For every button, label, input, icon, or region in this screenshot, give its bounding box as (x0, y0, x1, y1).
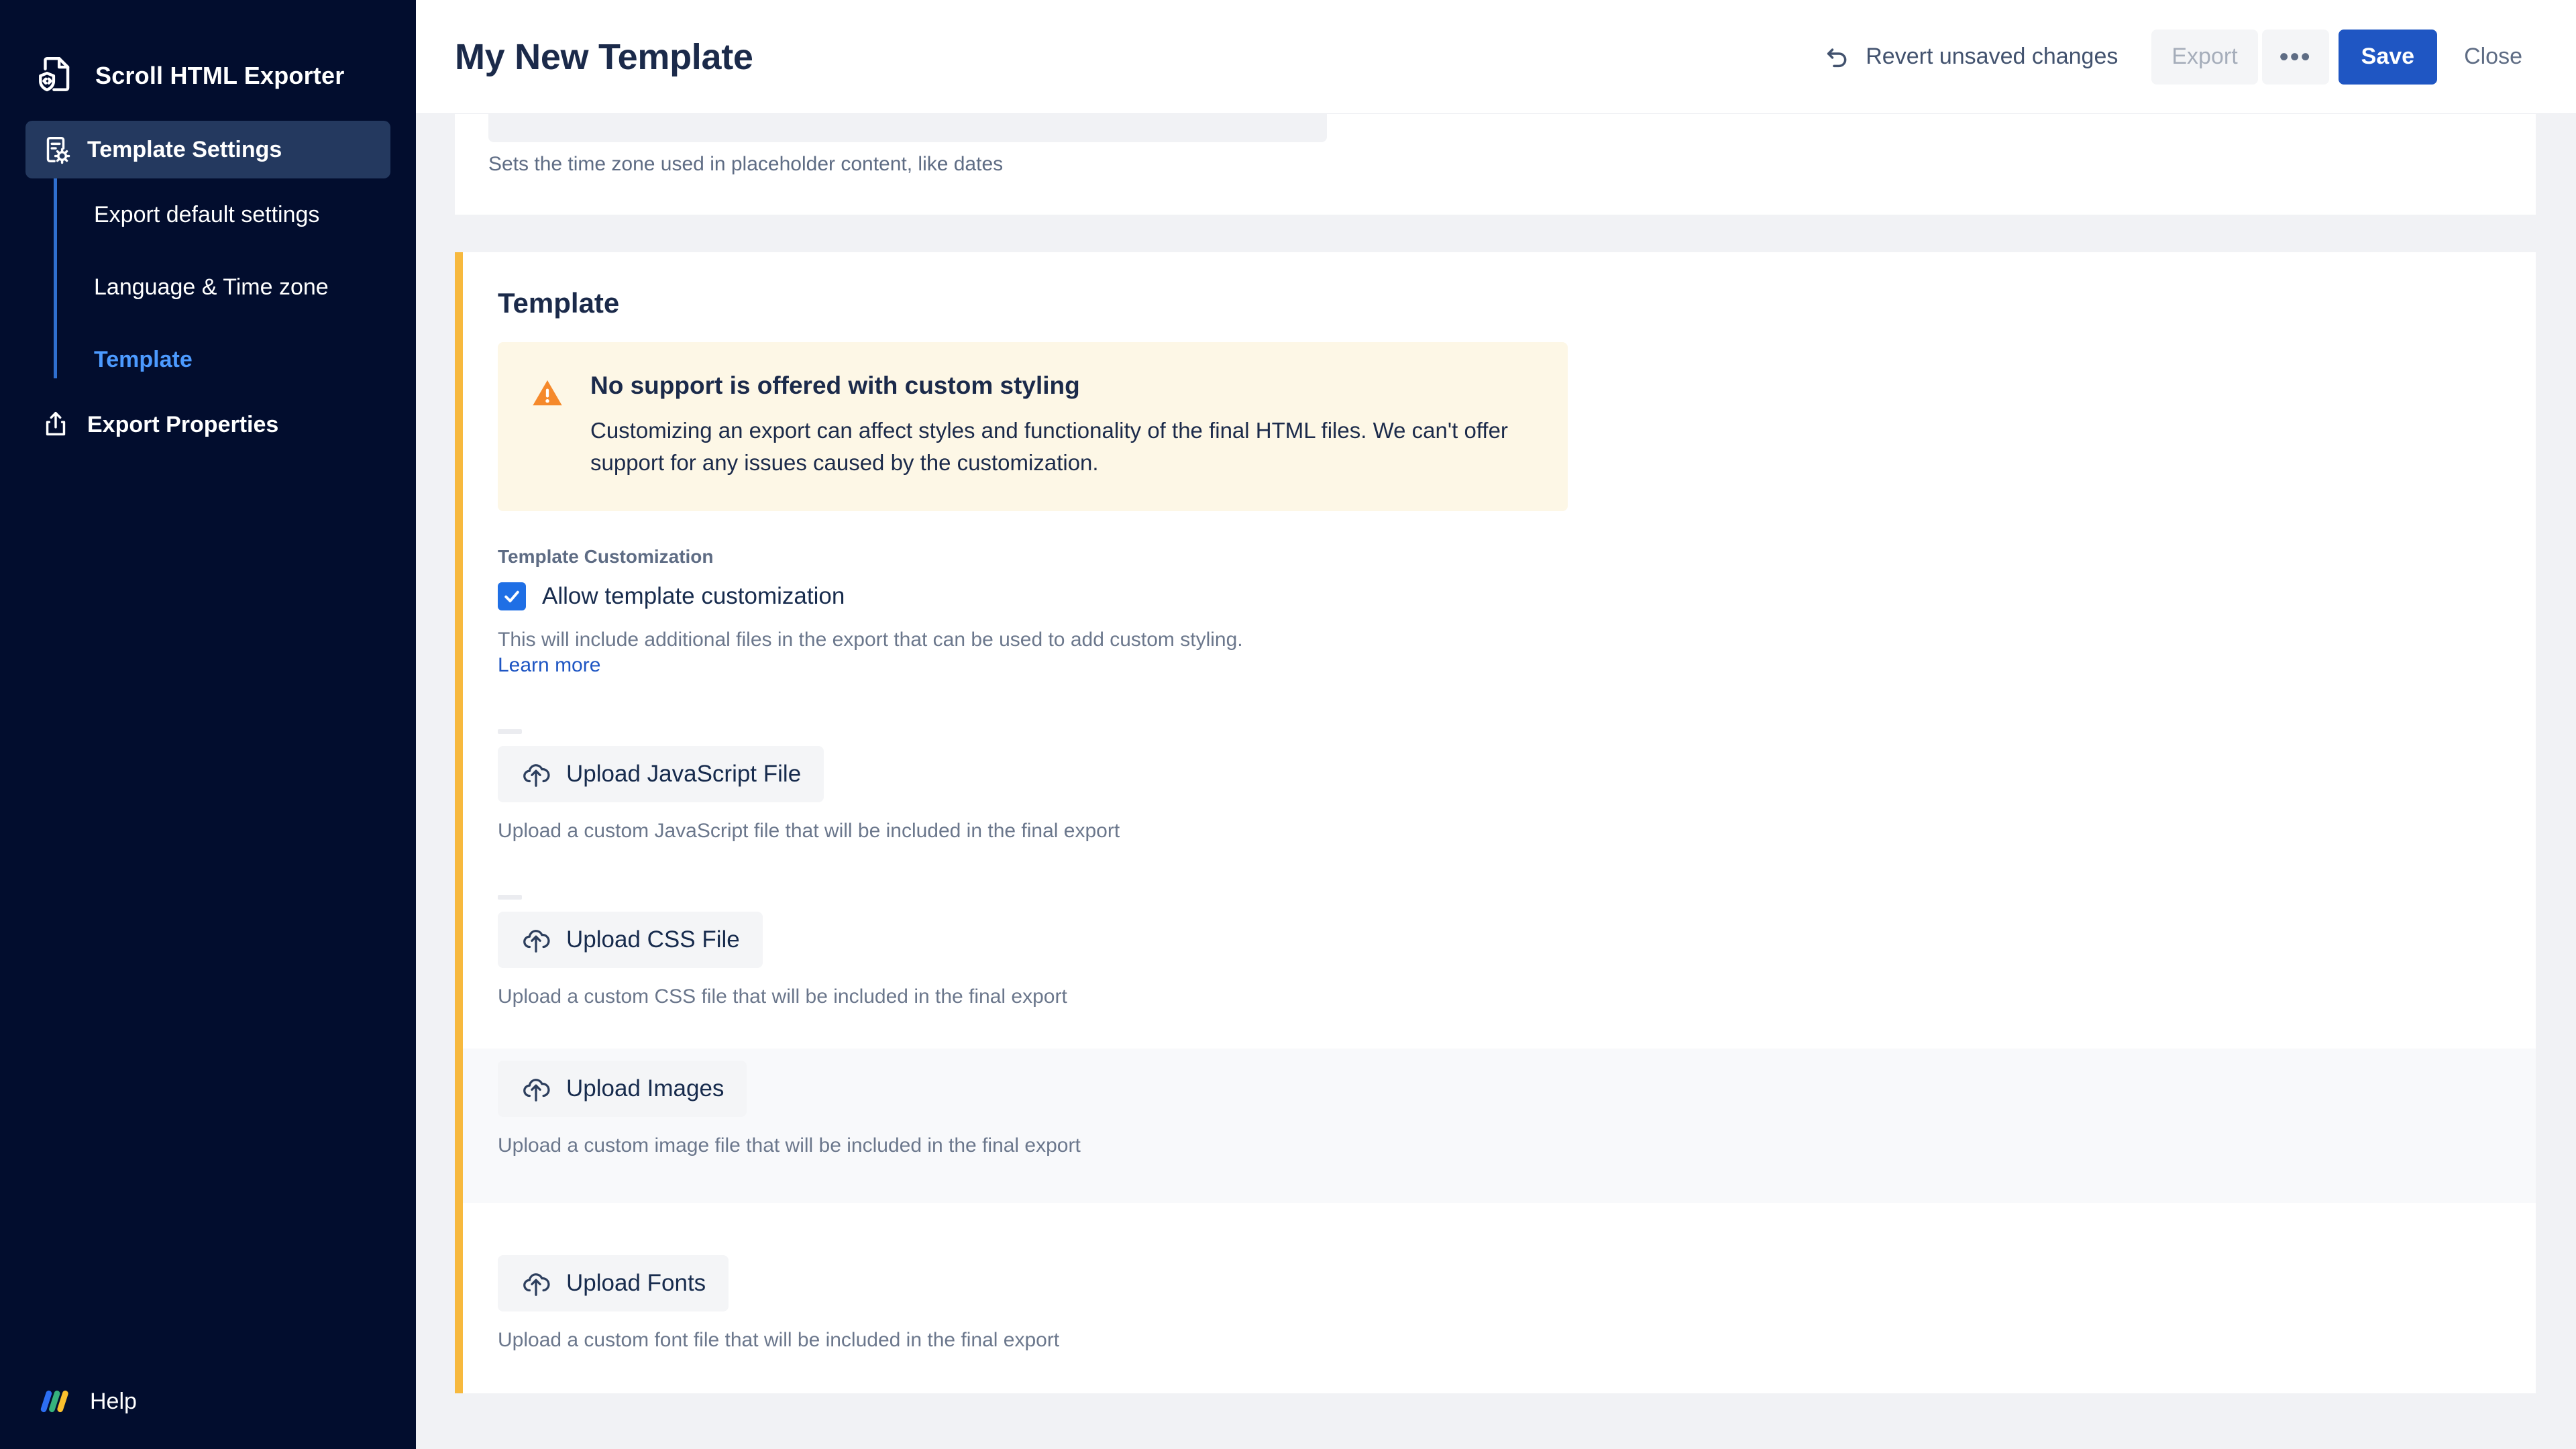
sidebar-item-label: Template Settings (87, 137, 282, 163)
brand: Scroll HTML Exporter (0, 0, 416, 121)
sidebar-item-template[interactable]: Template (67, 323, 390, 396)
warning-triangle-icon (530, 376, 565, 411)
sidebar-subitem-label: Language & Time zone (94, 274, 329, 301)
document-gear-icon (40, 134, 71, 165)
sidebar-subnav: Export default settings Language & Time … (25, 178, 390, 396)
upload-javascript-mini-label (498, 729, 522, 734)
sidebar-nav: Template Settings Export default setting… (0, 121, 416, 453)
upload-images-block: Upload Images Upload a custom image file… (463, 1049, 2536, 1203)
brand-title: Scroll HTML Exporter (95, 62, 344, 90)
revert-unsaved-changes-button[interactable]: Revert unsaved changes (1807, 33, 2135, 81)
allow-template-customization-row[interactable]: Allow template customization (498, 582, 2501, 610)
undo-arrow-icon (1824, 44, 1851, 70)
sidebar-item-label: Export Properties (87, 412, 278, 438)
cloud-upload-icon (521, 1268, 551, 1299)
timezone-field-group: Sets the time zone used in placeholder c… (455, 114, 2536, 215)
sidebar-item-language-time-zone[interactable]: Language & Time zone (67, 251, 390, 323)
timezone-select[interactable] (488, 114, 1327, 142)
template-panel: Template No support is offered with cust… (455, 252, 2536, 1393)
template-panel-header: Template No support is offered with cust… (463, 287, 2536, 677)
sidebar-item-export-default-settings[interactable]: Export default settings (67, 178, 390, 251)
upload-javascript-description: Upload a custom JavaScript file that wil… (498, 820, 2501, 843)
topbar: My New Template Revert unsaved changes E… (416, 0, 2576, 114)
allow-template-customization-checkbox[interactable] (498, 582, 526, 610)
language-timezone-card: Sets the time zone used in placeholder c… (455, 114, 2536, 215)
upload-fonts-button[interactable]: Upload Fonts (498, 1255, 729, 1311)
help-slashes-icon (40, 1385, 74, 1418)
warning-body: Customizing an export can affect styles … (590, 415, 1509, 479)
timezone-help-text: Sets the time zone used in placeholder c… (488, 153, 1003, 176)
cloud-upload-icon (521, 924, 551, 955)
allow-template-customization-label: Allow template customization (542, 583, 845, 610)
upload-javascript-file-button[interactable]: Upload JavaScript File (498, 746, 824, 802)
save-button[interactable]: Save (2339, 30, 2437, 85)
template-customization-label: Template Customization (498, 546, 2501, 568)
help-label: Help (90, 1389, 137, 1415)
close-button[interactable]: Close (2447, 30, 2540, 85)
share-upload-icon (40, 409, 71, 440)
upload-images-description: Upload a custom image file that will be … (498, 1134, 2501, 1157)
upload-button-label: Upload Fonts (566, 1270, 706, 1297)
main-area: My New Template Revert unsaved changes E… (416, 0, 2576, 1449)
warning-title: No support is offered with custom stylin… (590, 372, 1509, 400)
page-title: My New Template (455, 36, 753, 78)
more-options-button[interactable]: ••• (2262, 30, 2329, 85)
settings-scroll-area[interactable]: Sets the time zone used in placeholder c… (416, 114, 2576, 1449)
no-support-warning-banner: No support is offered with custom stylin… (498, 342, 1568, 511)
topbar-actions: Revert unsaved changes Export ••• Save C… (1807, 30, 2540, 85)
panel-title: Template (498, 287, 2501, 319)
learn-more-link[interactable]: Learn more (498, 654, 600, 677)
upload-javascript-block: Upload JavaScript File Upload a custom J… (463, 729, 2536, 843)
upload-fonts-block: Upload Fonts Upload a custom font file t… (463, 1255, 2536, 1352)
warning-text-group: No support is offered with custom stylin… (590, 372, 1509, 479)
upload-images-button[interactable]: Upload Images (498, 1061, 747, 1117)
sidebar: Scroll HTML Exporter Template Settings E… (0, 0, 416, 1449)
cloud-upload-icon (521, 1073, 551, 1104)
sidebar-item-template-settings[interactable]: Template Settings (25, 121, 390, 178)
document-code-icon (35, 55, 76, 97)
card-separator (416, 215, 2576, 252)
sidebar-subitem-label: Export default settings (94, 202, 319, 228)
upload-css-file-button[interactable]: Upload CSS File (498, 912, 763, 968)
upload-fonts-description: Upload a custom font file that will be i… (498, 1329, 2501, 1352)
customization-description: This will include additional files in th… (498, 625, 2501, 655)
upload-button-label: Upload JavaScript File (566, 761, 801, 788)
upload-button-label: Upload CSS File (566, 926, 740, 953)
cloud-upload-icon (521, 759, 551, 790)
export-button[interactable]: Export (2151, 30, 2257, 85)
sidebar-subitem-label: Template (94, 347, 193, 373)
revert-label: Revert unsaved changes (1866, 44, 2118, 70)
app-root: Scroll HTML Exporter Template Settings E… (0, 0, 2576, 1449)
upload-css-block: Upload CSS File Upload a custom CSS file… (463, 895, 2536, 1008)
upload-button-label: Upload Images (566, 1075, 724, 1102)
upload-css-description: Upload a custom CSS file that will be in… (498, 985, 2501, 1008)
upload-css-mini-label (498, 895, 522, 900)
sidebar-item-export-properties[interactable]: Export Properties (25, 396, 390, 453)
help-button[interactable]: Help (25, 1378, 152, 1425)
